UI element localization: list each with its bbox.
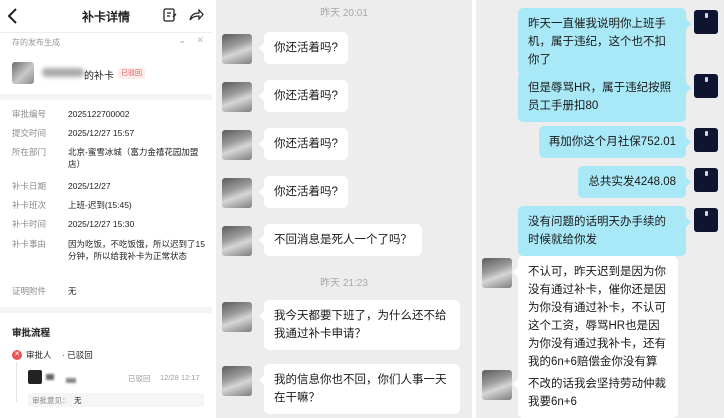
message-bubble[interactable]: 你还活着吗? <box>259 128 348 160</box>
opinion-label: 审批意见： <box>32 396 70 405</box>
message-bubble[interactable]: 你还活着吗? <box>259 80 348 112</box>
avatar[interactable] <box>694 128 718 152</box>
blurred-name <box>42 68 84 77</box>
field-label: 所在部门 <box>12 147 47 157</box>
field-label: 补卡时间 <box>12 219 47 229</box>
detail-header: 补卡详情 <box>0 0 212 32</box>
edit-note-icon[interactable] <box>162 7 178 23</box>
dropdown-placeholder: 存的发布生成 <box>12 38 60 47</box>
filter-dropdown[interactable]: 存的发布生成 ⌄ ✕ <box>6 34 206 50</box>
status-badge: 已驳回 <box>118 68 145 79</box>
message-bubble[interactable]: 昨天一直催我说明你上班手机，属于违纪，这个也不扣你了 <box>518 8 691 76</box>
message-bubble[interactable]: 不改的话我会坚持劳动仲裁我要6n+6 <box>513 368 678 418</box>
blurred-name <box>46 374 54 380</box>
avatar <box>12 62 34 84</box>
section-divider <box>0 307 212 313</box>
avatar[interactable] <box>694 208 718 232</box>
section-divider <box>0 94 212 100</box>
message-bubble[interactable]: 再加你这个月社保752.01 <box>538 126 692 158</box>
avatar[interactable] <box>222 130 252 160</box>
chat-panel-left: 昨天 20:01 你还活着吗? 你还活着吗? 你还活着吗? 你还活着吗? 不回消… <box>216 0 472 418</box>
message-bubble[interactable]: 不认可，昨天迟到是因为你没有通过补卡，催你还是因为你没有通过补卡，不认可这个工资… <box>513 256 678 378</box>
page-title: 补卡详情 <box>81 10 130 24</box>
chat-panel-right: 昨天一直催我说明你上班手机，属于违纪，这个也不扣你了 但是辱骂HR，属于违纪按照… <box>476 0 724 418</box>
avatar[interactable] <box>222 226 252 256</box>
field-value: 2025122700002 <box>68 109 130 119</box>
field-value: 2025/12/27 <box>68 181 111 191</box>
avatar[interactable] <box>222 178 252 208</box>
record-time: 12/28 12:17 <box>160 373 200 382</box>
message-bubble[interactable]: 不回消息是死人一个了吗？ <box>259 224 422 256</box>
share-arrow-icon[interactable] <box>188 7 204 23</box>
field-value: 北京-蜜雪冰城（富力金禧花园加盟店） <box>68 147 199 169</box>
message-bubble[interactable]: 你还活着吗? <box>259 32 348 64</box>
field-label: 提交时间 <box>12 128 47 138</box>
message-bubble[interactable]: 没有问题的话明天办手续的时候就给你发 <box>518 206 691 256</box>
timeline-line <box>16 362 17 402</box>
header-divider <box>0 32 212 33</box>
avatar[interactable] <box>482 258 512 288</box>
field-value: 2025/12/27 15:30 <box>68 219 135 229</box>
field-value: 上班-迟到(15:45) <box>68 200 132 210</box>
record-status: 已驳回 <box>128 374 151 383</box>
field-value: 因为吃饭，不吃饭饿，所以迟到了15分钟，所以给我补卡为正常状态 <box>68 239 205 261</box>
field-value: 无 <box>68 286 77 296</box>
timestamp: 昨天 20:01 <box>320 8 368 19</box>
approver-state: · 已驳回 <box>62 350 93 360</box>
message-bubble[interactable]: 但是辱骂HR，属于违纪按照员工手册扣80 <box>518 72 691 122</box>
field-label: 补卡事由 <box>12 239 47 249</box>
opinion-box: 审批意见： 无 <box>28 393 204 407</box>
avatar[interactable] <box>694 74 718 98</box>
field-value: 2025/12/27 15:57 <box>68 128 135 138</box>
chevron-down-icon[interactable]: ⌄ <box>178 35 186 46</box>
field-label: 证明附件 <box>12 286 47 296</box>
field-label: 补卡班次 <box>12 200 47 210</box>
message-bubble[interactable]: 你还活着吗? <box>259 176 348 208</box>
opinion-value: 无 <box>74 396 82 405</box>
field-label: 补卡日期 <box>12 181 47 191</box>
avatar[interactable] <box>222 34 252 64</box>
timestamp: 昨天 21:23 <box>320 278 368 289</box>
avatar[interactable] <box>222 366 252 396</box>
applicant-row: 的补卡 已驳回 <box>12 62 202 84</box>
blurred-name <box>66 378 76 383</box>
field-label: 审批编号 <box>12 109 47 119</box>
avatar <box>28 370 42 384</box>
message-bubble[interactable]: 我的信息你也不回，你们人事一天在干嘛？ <box>259 364 460 414</box>
reject-dot-icon: ✕ <box>12 350 22 360</box>
message-bubble[interactable]: 我今天都要下班了，为什么还不给我通过补卡申请？ <box>259 300 460 350</box>
avatar[interactable] <box>694 10 718 34</box>
avatar[interactable] <box>222 82 252 112</box>
close-icon[interactable]: ✕ <box>196 35 204 46</box>
message-bubble[interactable]: 总共实发4248.08 <box>578 166 691 198</box>
applicant-title: 的补卡 <box>84 71 114 82</box>
avatar[interactable] <box>694 168 718 192</box>
avatar[interactable] <box>482 370 512 400</box>
flow-title: 审批流程 <box>12 328 51 339</box>
approval-detail-panel: 补卡详情 存的发布生成 ⌄ ✕ 的补卡 已驳回 审批编号 20251227000… <box>0 0 212 418</box>
avatar[interactable] <box>222 302 252 332</box>
approver-label: 审批人 <box>26 350 52 360</box>
